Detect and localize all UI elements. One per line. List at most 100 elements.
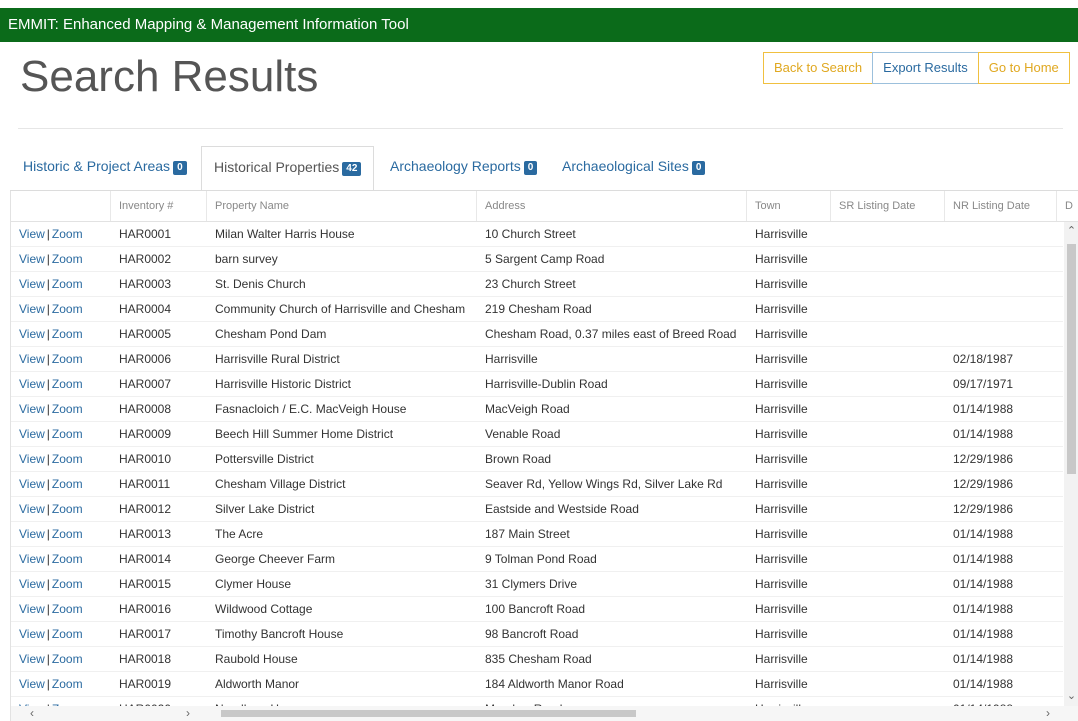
go-to-home-button[interactable]: Go to Home [977,52,1070,84]
column-header-inventory[interactable]: Inventory # [111,191,207,221]
chevron-right-icon[interactable]: › [1041,706,1055,721]
zoom-link[interactable]: Zoom [52,552,83,566]
view-link[interactable]: View [19,552,45,566]
view-link[interactable]: View [19,477,45,491]
view-link[interactable]: View [19,452,45,466]
view-link[interactable]: View [19,427,45,441]
grid-rows: View | Zoom HAR0001 Milan Walter Harris Hous… [11,222,1063,721]
link-separator: | [46,277,50,291]
cell-inventory: HAR0014 [119,552,172,566]
cell-town: Harrisville [755,352,808,366]
tab-historic-project-areas[interactable]: Historic & Project Areas 0 [23,146,187,190]
cell-address: 31 Clymers Drive [485,577,578,591]
zoom-link[interactable]: Zoom [52,527,83,541]
column-header-property-name[interactable]: Property Name [207,191,477,221]
zoom-link[interactable]: Zoom [52,627,83,641]
zoom-link[interactable]: Zoom [52,327,83,341]
chevron-left-icon[interactable]: ‹ [25,706,39,721]
table-row[interactable]: View | Zoom HAR0009 Beech Hill Summer Home D… [11,422,1063,447]
view-link[interactable]: View [19,277,45,291]
table-row[interactable]: View | Zoom HAR0005 Chesham Pond Dam Chesham … [11,322,1063,347]
view-link[interactable]: View [19,252,45,266]
zoom-link[interactable]: Zoom [52,577,83,591]
zoom-link[interactable]: Zoom [52,452,83,466]
view-link[interactable]: View [19,627,45,641]
table-row[interactable]: View | Zoom HAR0016 Wildwood Cottage 100 Banc… [11,597,1063,622]
cell-town: Harrisville [755,627,808,641]
table-row[interactable]: View | Zoom HAR0013 The Acre 187 Main Street H… [11,522,1063,547]
table-row[interactable]: View | Zoom HAR0019 Aldworth Manor 184 Aldwor… [11,672,1063,697]
zoom-link[interactable]: Zoom [52,227,83,241]
table-row[interactable]: View | Zoom HAR0002 barn survey 5 Sargent Cam… [11,247,1063,272]
table-row[interactable]: View | Zoom HAR0003 St. Denis Church 23 Churc… [11,272,1063,297]
view-link[interactable]: View [19,227,45,241]
zoom-link[interactable]: Zoom [52,402,83,416]
column-header-nr-listing-date[interactable]: NR Listing Date [945,191,1057,221]
zoom-link[interactable]: Zoom [52,477,83,491]
chevron-up-icon[interactable]: ⌃ [1064,224,1078,239]
horizontal-scrollbar[interactable]: ‹ › ‹ › [11,706,1078,721]
view-link[interactable]: View [19,577,45,591]
table-row[interactable]: View | Zoom HAR0014 George Cheever Farm 9 Tol… [11,547,1063,572]
row-actions: View|Zoom [11,497,111,521]
tab-historical-properties[interactable]: Historical Properties 42 [201,146,375,191]
tab-archaeological-sites[interactable]: Archaeological Sites 0 [562,146,706,190]
table-row[interactable]: View | Zoom HAR0011 Chesham Village District… [11,472,1063,497]
table-row[interactable]: View | Zoom HAR0008 Fasnacloich / E.C. MacVe… [11,397,1063,422]
table-row[interactable]: View | Zoom HAR0018 Raubold House 835 Chesham… [11,647,1063,672]
table-row[interactable]: View | Zoom HAR0001 Milan Walter Harris Hous… [11,222,1063,247]
cell-sr-listing-date [831,472,945,496]
table-row[interactable]: View | Zoom HAR0010 Pottersville District Bro… [11,447,1063,472]
table-row[interactable]: View | Zoom HAR0017 Timothy Bancroft House 98… [11,622,1063,647]
cell-inventory: HAR0001 [119,227,172,241]
view-link[interactable]: View [19,352,45,366]
zoom-link[interactable]: Zoom [52,377,83,391]
zoom-link[interactable]: Zoom [52,677,83,691]
view-link[interactable]: View [19,327,45,341]
zoom-link[interactable]: Zoom [52,652,83,666]
export-results-button[interactable]: Export Results [872,52,979,84]
chevron-right-icon[interactable]: › [181,706,195,721]
vertical-scrollbar[interactable]: ⌃ ⌄ [1064,222,1078,706]
zoom-link[interactable]: Zoom [52,427,83,441]
zoom-link[interactable]: Zoom [52,352,83,366]
chevron-down-icon[interactable]: ⌄ [1064,689,1078,704]
cell-inventory: HAR0016 [119,602,172,616]
row-actions: View|Zoom [11,322,111,346]
zoom-link[interactable]: Zoom [52,277,83,291]
view-link[interactable]: View [19,402,45,416]
link-separator: | [46,477,50,491]
zoom-link[interactable]: Zoom [52,502,83,516]
table-row[interactable]: View | Zoom HAR0015 Clymer House 31 Clymers D… [11,572,1063,597]
view-link[interactable]: View [19,602,45,616]
vertical-scroll-thumb[interactable] [1067,244,1076,474]
cell-town: Harrisville [755,377,808,391]
back-to-search-button[interactable]: Back to Search [763,52,874,84]
table-row[interactable]: View | Zoom HAR0004 Community Church of Harr… [11,297,1063,322]
view-link[interactable]: View [19,502,45,516]
table-row[interactable]: View | Zoom HAR0012 Silver Lake District East… [11,497,1063,522]
view-link[interactable]: View [19,652,45,666]
view-link[interactable]: View [19,302,45,316]
cell-nr-listing-date: 01/14/1988 [953,602,1014,616]
table-row[interactable]: View | Zoom HAR0006 Harrisville Rural Distri… [11,347,1063,372]
view-link[interactable]: View [19,377,45,391]
cell-address: Harrisville [485,352,538,366]
cell-nr-listing-date: 09/17/1971 [953,377,1014,391]
column-header-town[interactable]: Town [747,191,831,221]
cell-property-name: Chesham Pond Dam [215,327,327,341]
zoom-link[interactable]: Zoom [52,302,83,316]
view-link[interactable]: View [19,527,45,541]
cell-sr-listing-date [831,522,945,546]
horizontal-scroll-thumb[interactable] [221,710,636,717]
zoom-link[interactable]: Zoom [52,602,83,616]
view-link[interactable]: View [19,677,45,691]
cell-nr-listing-date: 01/14/1988 [953,527,1014,541]
column-header-sr-listing-date[interactable]: SR Listing Date [831,191,945,221]
column-header-truncated[interactable]: D [1057,191,1078,221]
tab-archaeology-reports[interactable]: Archaeology Reports 0 [390,146,538,190]
cell-town: Harrisville [755,552,808,566]
zoom-link[interactable]: Zoom [52,252,83,266]
table-row[interactable]: View | Zoom HAR0007 Harrisville Historic Dis… [11,372,1063,397]
column-header-address[interactable]: Address [477,191,747,221]
